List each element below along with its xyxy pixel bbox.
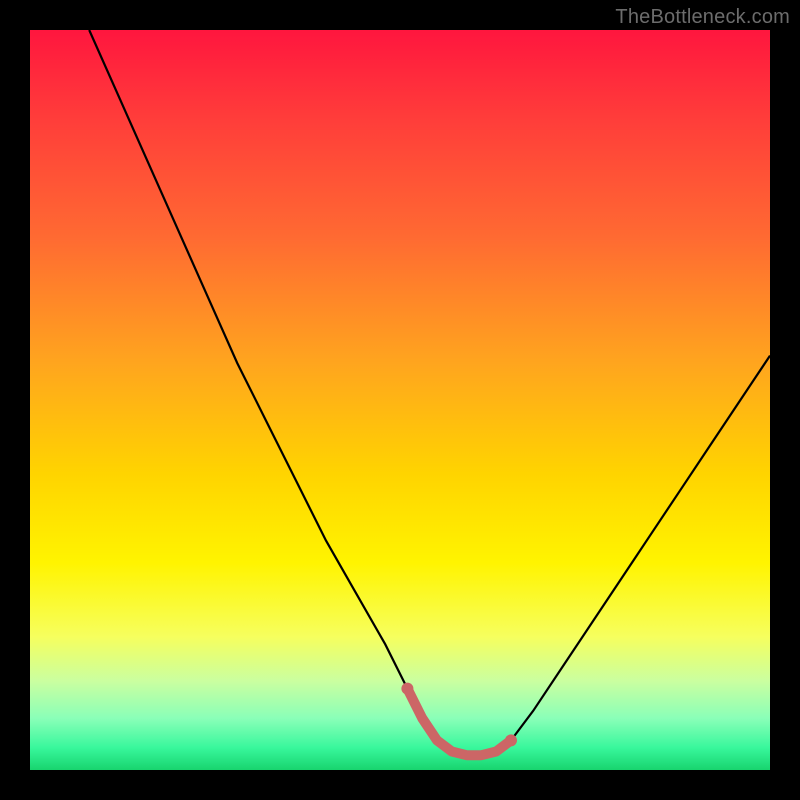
bottleneck-curve-svg bbox=[30, 30, 770, 770]
watermark-text: TheBottleneck.com bbox=[615, 6, 790, 29]
marker-endpoint bbox=[505, 734, 517, 746]
marker-endpoint bbox=[401, 683, 413, 695]
bottleneck-curve bbox=[89, 30, 770, 755]
chart-container: TheBottleneck.com bbox=[0, 0, 800, 800]
bottleneck-minimum-markers bbox=[407, 689, 511, 756]
plot-area bbox=[30, 30, 770, 770]
